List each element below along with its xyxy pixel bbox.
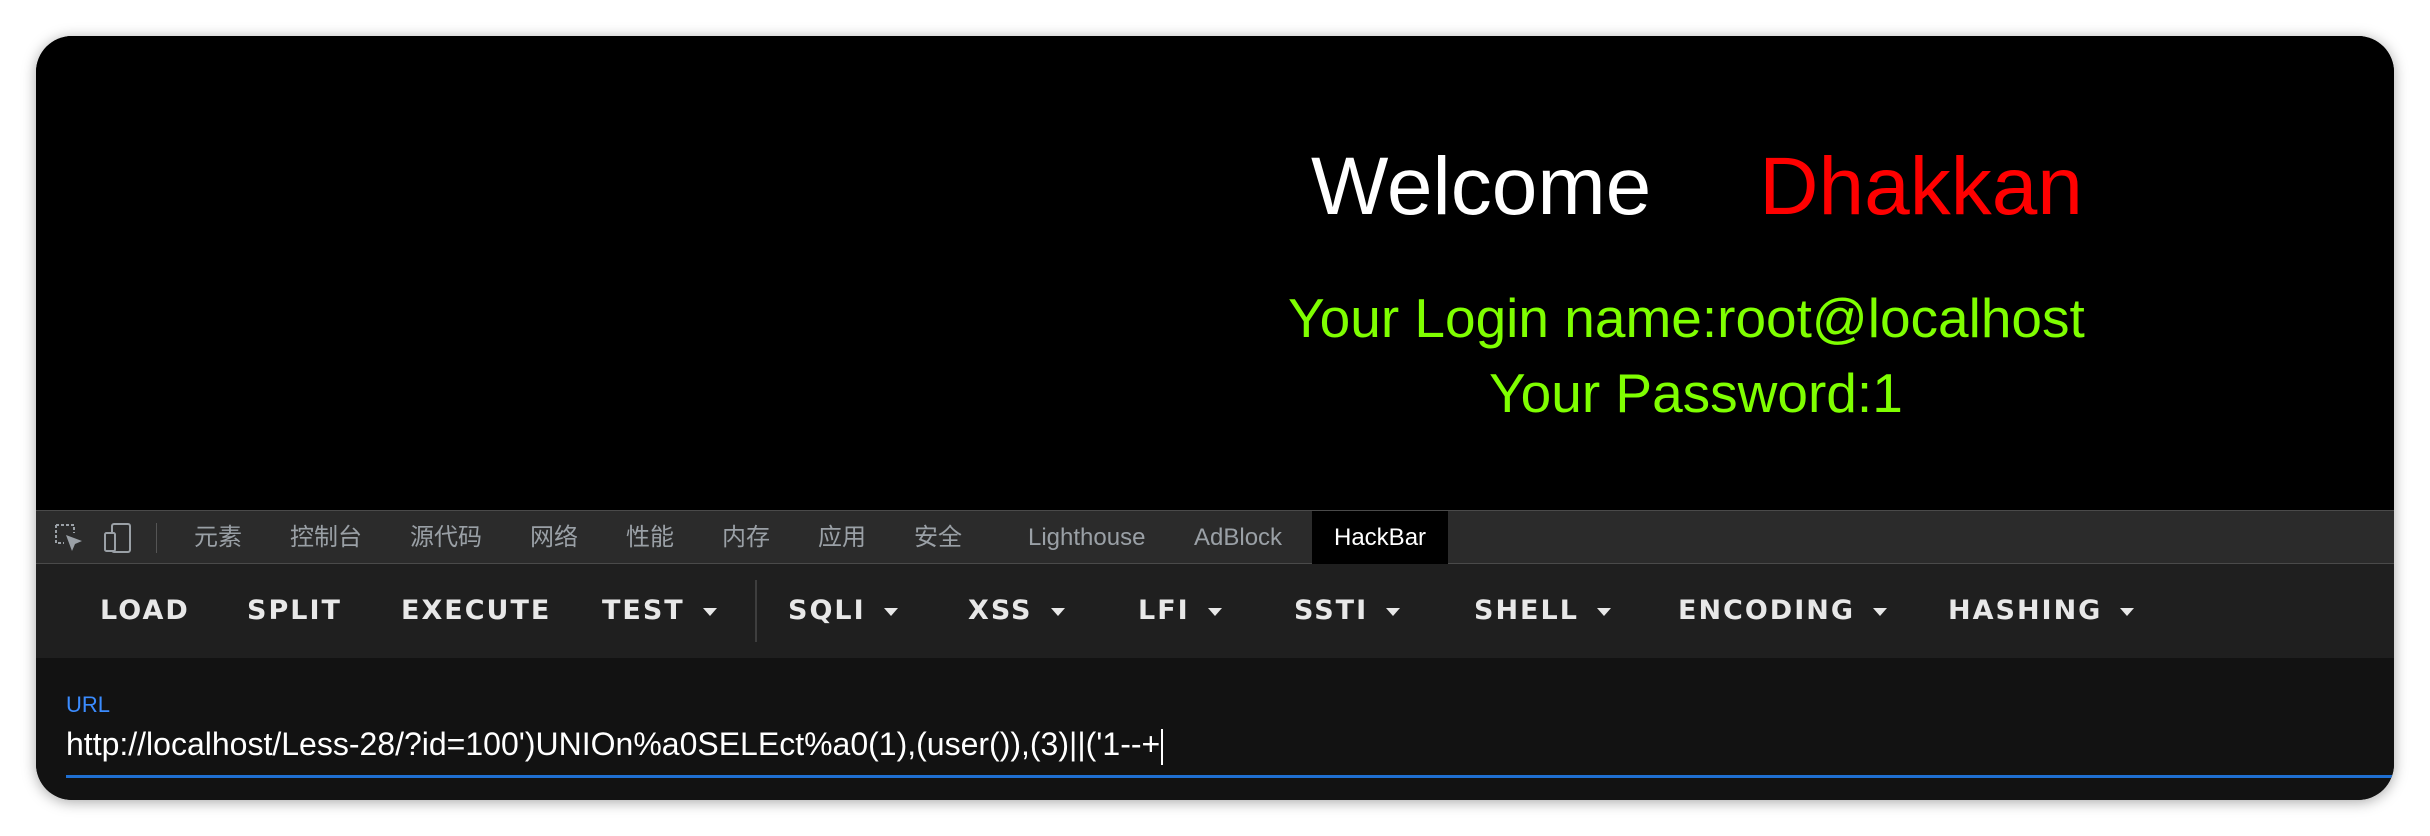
caret-down-icon xyxy=(1386,607,1401,616)
password-line: Your Password:1 xyxy=(1489,361,1903,425)
caret-down-icon xyxy=(1207,607,1222,616)
hashing-label: HASHING xyxy=(1948,595,2103,626)
tab-application[interactable]: 应用 xyxy=(818,511,866,564)
sqli-menu-button[interactable]: SQLI xyxy=(788,564,898,658)
execute-button[interactable]: EXECUTE xyxy=(401,564,551,658)
load-button[interactable]: LOAD xyxy=(100,564,190,658)
password-label: Your Password: xyxy=(1489,362,1873,424)
welcome-name: Dhakkan xyxy=(1759,141,2083,232)
toolbar-separator xyxy=(156,523,157,553)
inspect-element-icon[interactable] xyxy=(52,521,86,555)
login-name-value: root@localhost xyxy=(1717,287,2085,349)
tab-memory[interactable]: 内存 xyxy=(722,511,770,564)
welcome-heading: Welcome Dhakkan xyxy=(1311,146,2083,228)
hashing-menu-button[interactable]: HASHING xyxy=(1948,564,2135,658)
url-field-container[interactable]: URL http://localhost/Less-28/?id=100')UN… xyxy=(36,658,2394,800)
ssti-label: SSTI xyxy=(1294,595,1369,626)
caret-down-icon xyxy=(1873,607,1888,616)
encoding-menu-button[interactable]: ENCODING xyxy=(1678,564,1888,658)
tab-hackbar[interactable]: HackBar xyxy=(1312,511,1449,564)
tab-console[interactable]: 控制台 xyxy=(290,511,362,564)
shell-label: SHELL xyxy=(1474,595,1579,626)
devtools-tab-bar: 元素 控制台 源代码 网络 性能 内存 应用 安全 Lighthouse AdB… xyxy=(36,510,2394,564)
welcome-text: Welcome xyxy=(1311,141,1652,232)
toolbar-divider xyxy=(755,580,757,642)
test-menu-button[interactable]: TEST xyxy=(602,564,717,658)
encoding-label: ENCODING xyxy=(1678,595,1856,626)
browser-window: Welcome Dhakkan Your Login name:root@loca… xyxy=(36,36,2394,800)
tab-adblock[interactable]: AdBlock xyxy=(1194,511,1282,564)
caret-down-icon xyxy=(702,607,717,616)
split-label: SPLIT xyxy=(247,595,342,626)
lfi-label: LFI xyxy=(1138,595,1190,626)
xss-menu-button[interactable]: XSS xyxy=(968,564,1065,658)
url-label: URL xyxy=(66,692,111,717)
url-input[interactable]: http://localhost/Less-28/?id=100')UNIOn%… xyxy=(66,726,1164,765)
login-name-line: Your Login name:root@localhost xyxy=(1288,286,2085,350)
tab-security[interactable]: 安全 xyxy=(914,511,962,564)
url-text: http://localhost/Less-28/?id=100')UNIOn%… xyxy=(66,726,1161,762)
page-content: Welcome Dhakkan Your Login name:root@loca… xyxy=(36,36,2394,510)
tab-lighthouse[interactable]: Lighthouse xyxy=(1028,511,1145,564)
tab-performance[interactable]: 性能 xyxy=(626,511,674,564)
load-label: LOAD xyxy=(100,595,190,626)
xss-label: XSS xyxy=(968,595,1033,626)
execute-label: EXECUTE xyxy=(401,595,552,626)
text-cursor xyxy=(1161,728,1164,765)
tab-sources[interactable]: 源代码 xyxy=(410,511,482,564)
tab-elements[interactable]: 元素 xyxy=(194,511,242,564)
password-value: 1 xyxy=(1872,362,1903,424)
caret-down-icon xyxy=(883,607,898,616)
caret-down-icon xyxy=(1050,607,1065,616)
url-field-underline xyxy=(66,775,2394,778)
split-button[interactable]: SPLIT xyxy=(247,564,342,658)
shell-menu-button[interactable]: SHELL xyxy=(1474,564,1611,658)
caret-down-icon xyxy=(2120,607,2135,616)
ssti-menu-button[interactable]: SSTI xyxy=(1294,564,1401,658)
hackbar-toolbar: LOAD SPLIT EXECUTE TEST SQLI XSS LFI SST… xyxy=(36,564,2394,658)
lfi-menu-button[interactable]: LFI xyxy=(1138,564,1222,658)
test-label: TEST xyxy=(602,595,685,626)
login-name-label: Your Login name: xyxy=(1288,287,1718,349)
tab-network[interactable]: 网络 xyxy=(530,511,578,564)
device-toolbar-icon[interactable] xyxy=(102,521,136,555)
sqli-label: SQLI xyxy=(788,595,866,626)
caret-down-icon xyxy=(1596,607,1611,616)
